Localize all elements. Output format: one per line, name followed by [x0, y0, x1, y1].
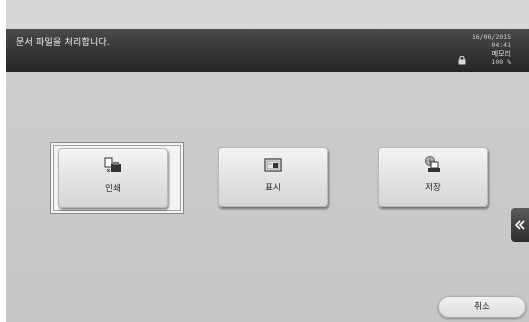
print-label: 인쇄 — [105, 184, 121, 194]
save-icon — [425, 156, 440, 172]
device-screen: 문서 파일을 처리합니다. 16/06/2015 04:41 메모리 100 %… — [6, 0, 529, 322]
date-display: 16/06/2015 — [471, 33, 511, 41]
status-message: 문서 파일을 처리합니다. — [16, 38, 110, 48]
main-panel: 인쇄 표시 저장 — [6, 72, 529, 322]
lock-icon — [458, 56, 466, 65]
header-bar: 문서 파일을 처리합니다. 16/06/2015 04:41 메모리 100 % — [6, 29, 529, 72]
print-button[interactable]: 인쇄 — [58, 148, 168, 208]
save-label: 저장 — [425, 183, 441, 193]
display-label: 표시 — [265, 183, 281, 193]
cancel-button[interactable]: 취소 — [438, 296, 526, 318]
print-icon — [104, 157, 121, 173]
memory-percent: 100 % — [491, 58, 511, 66]
time-display: 04:41 — [491, 41, 511, 49]
display-button[interactable]: 표시 — [218, 147, 328, 207]
side-panel-toggle[interactable] — [511, 208, 529, 242]
double-chevron-left-icon — [515, 220, 525, 230]
top-strip — [6, 0, 529, 29]
save-button[interactable]: 저장 — [378, 147, 488, 207]
display-icon — [264, 158, 282, 172]
